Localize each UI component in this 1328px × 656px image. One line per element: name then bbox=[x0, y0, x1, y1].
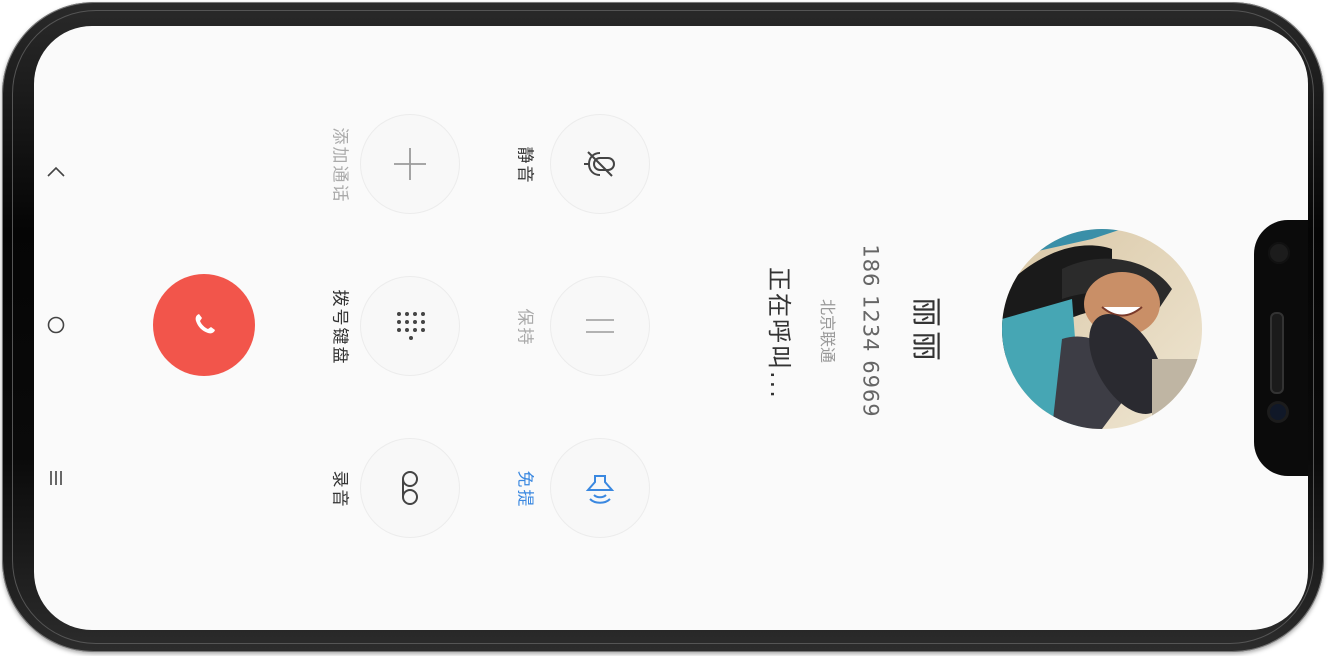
mic-off-icon bbox=[584, 151, 615, 177]
speaker-icon bbox=[585, 475, 615, 504]
pause-icon bbox=[586, 319, 614, 333]
record-button[interactable] bbox=[360, 438, 460, 538]
speaker-label: 免提 bbox=[514, 470, 535, 508]
speaker-button[interactable] bbox=[550, 438, 650, 538]
end-call-button[interactable] bbox=[153, 274, 255, 376]
call-screen: 添加通话 静音 拨号键盘 保持 录音 免提 正在呼叫... 北京联通 186 1… bbox=[34, 26, 1308, 630]
phone-hangup-icon bbox=[195, 314, 215, 334]
menu-icon bbox=[50, 471, 62, 485]
nav-back-button[interactable] bbox=[34, 150, 78, 194]
caller-name: 丽丽 bbox=[908, 297, 943, 365]
display-notch bbox=[1254, 220, 1308, 476]
mute-label: 静音 bbox=[514, 146, 535, 184]
keypad-button[interactable] bbox=[360, 276, 460, 376]
chevron-up-icon bbox=[47, 166, 65, 177]
keypad-label: 拨号键盘 bbox=[329, 289, 350, 365]
add-call-button[interactable] bbox=[360, 114, 460, 214]
avatar-photo bbox=[1002, 229, 1202, 429]
nav-menu-button[interactable] bbox=[34, 456, 78, 500]
hold-label: 保持 bbox=[514, 308, 535, 346]
record-label: 录音 bbox=[329, 470, 350, 508]
front-camera bbox=[1270, 404, 1286, 420]
record-icon bbox=[402, 471, 418, 505]
plus-icon bbox=[394, 148, 426, 180]
call-status: 正在呼叫... bbox=[764, 266, 793, 400]
mute-button[interactable] bbox=[550, 114, 650, 214]
sensor-dot bbox=[1268, 242, 1290, 264]
nav-home-button[interactable] bbox=[34, 303, 78, 347]
earpiece-speaker bbox=[1270, 312, 1284, 394]
caller-carrier: 北京联通 bbox=[818, 298, 838, 364]
system-nav-bar bbox=[34, 26, 78, 630]
caller-number: 186 1234 6969 bbox=[859, 244, 884, 418]
add-call-label: 添加通话 bbox=[329, 127, 350, 203]
hold-button[interactable] bbox=[550, 276, 650, 376]
home-circle-icon bbox=[47, 316, 65, 334]
dialpad-icon bbox=[397, 312, 425, 340]
caller-avatar bbox=[1002, 229, 1202, 429]
